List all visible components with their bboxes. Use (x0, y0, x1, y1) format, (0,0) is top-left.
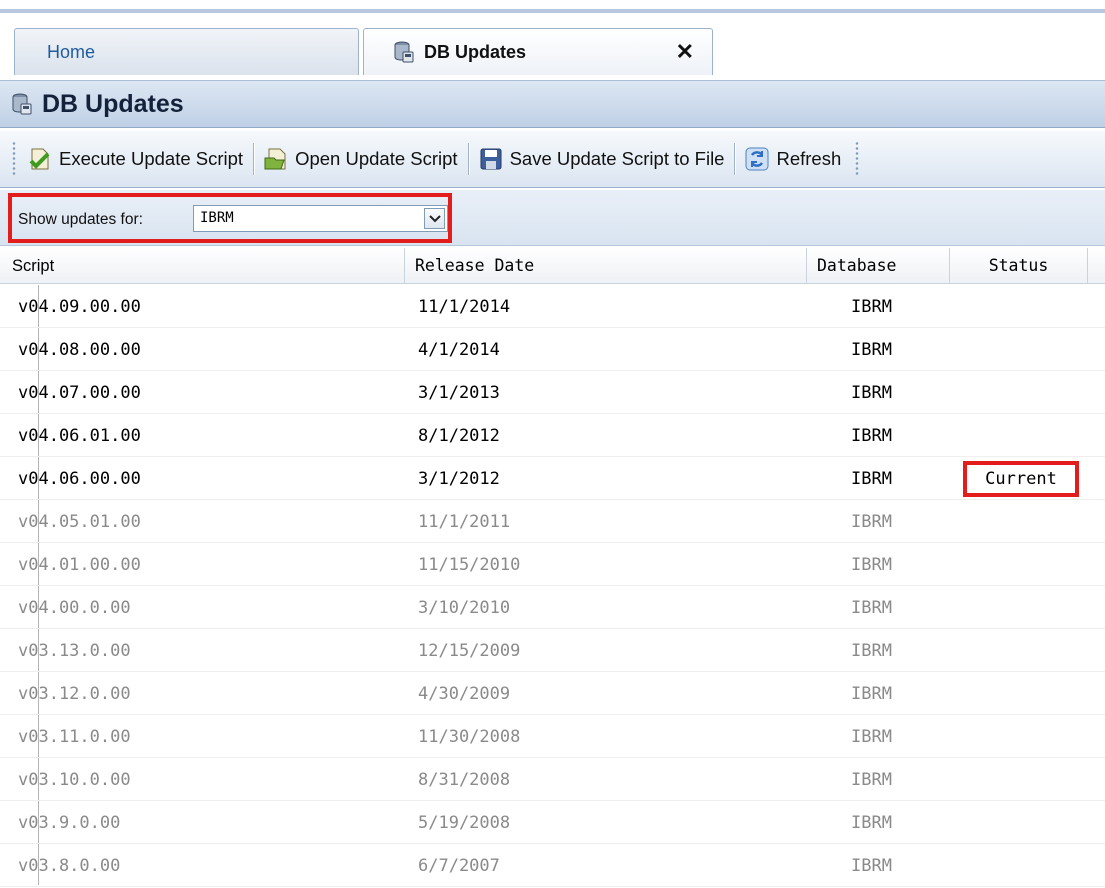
cell-release-date: 5/19/2008 (418, 813, 511, 833)
save-update-script-button[interactable]: Save Update Script to File (473, 141, 731, 177)
cell-script: v03.11.0.00 (18, 727, 131, 747)
save-icon (480, 148, 502, 170)
tab-strip: Home DB Updates ✕ (0, 13, 1105, 89)
refresh-button[interactable]: Refresh (739, 141, 847, 177)
tab-db-updates[interactable]: DB Updates ✕ (363, 28, 713, 75)
cell-database: IBRM (851, 426, 892, 446)
cell-release-date: 4/30/2009 (418, 684, 511, 704)
execute-script-icon (29, 148, 50, 170)
cell-release-date: 8/1/2012 (418, 426, 500, 446)
cell-release-date: 3/10/2010 (418, 598, 511, 618)
toolbar-grip[interactable] (12, 141, 16, 177)
open-script-icon (264, 148, 286, 170)
cell-script: v04.09.00.00 (18, 297, 141, 317)
table-row[interactable]: v04.09.00.00 11/1/2014 IBRM (0, 285, 1105, 328)
cell-database: IBRM (851, 770, 892, 790)
cell-release-date: 3/1/2013 (418, 383, 500, 403)
table-row[interactable]: v03.11.0.00 11/30/2008 IBRM (0, 715, 1105, 758)
cell-script: v03.13.0.00 (18, 641, 131, 661)
table-row[interactable]: v04.06.00.00 3/1/2012 IBRM Current (0, 457, 1105, 500)
toolbar: Execute Update Script Open Update Script… (0, 131, 1105, 188)
page-title: DB Updates (42, 89, 184, 118)
table-row[interactable]: v04.01.00.00 11/15/2010 IBRM (0, 543, 1105, 586)
cell-release-date: 11/30/2008 (418, 727, 521, 747)
cell-script: v04.06.01.00 (18, 426, 141, 446)
cell-database: IBRM (851, 340, 892, 360)
database-select[interactable]: IBRM (193, 205, 448, 232)
cell-database: IBRM (851, 555, 892, 575)
column-header-script[interactable]: Script (0, 248, 405, 284)
cell-script: v03.12.0.00 (18, 684, 131, 704)
cell-release-date: 6/7/2007 (418, 856, 500, 876)
toolbar-separator (253, 143, 255, 175)
cell-release-date: 8/31/2008 (418, 770, 511, 790)
grid-header: Script Release Date Database Status (0, 248, 1105, 284)
table-row[interactable]: v03.13.0.00 12/15/2009 IBRM (0, 629, 1105, 672)
cell-database: IBRM (851, 727, 892, 747)
cell-release-date: 12/15/2009 (418, 641, 521, 661)
execute-update-script-label: Execute Update Script (59, 148, 244, 169)
tab-home[interactable]: Home (14, 28, 359, 75)
chevron-down-icon[interactable] (424, 208, 445, 229)
cell-script: v04.05.01.00 (18, 512, 141, 532)
toolbar-separator (467, 143, 469, 175)
cell-database: IBRM (851, 512, 892, 532)
database-select-value: IBRM (200, 210, 234, 226)
column-header-status[interactable]: Status (950, 248, 1088, 284)
cell-release-date: 4/1/2014 (418, 340, 500, 360)
cell-script: v03.8.0.00 (18, 856, 121, 876)
save-update-script-label: Save Update Script to File (509, 148, 725, 169)
execute-update-script-button[interactable]: Execute Update Script (22, 141, 249, 177)
cell-release-date: 3/1/2012 (418, 469, 500, 489)
tab-db-updates-label: DB Updates (424, 41, 527, 62)
refresh-label: Refresh (776, 148, 842, 169)
filter-bar: Show updates for: IBRM (0, 190, 1105, 246)
table-row[interactable]: v03.12.0.00 4/30/2009 IBRM (0, 672, 1105, 715)
toolbar-overflow-grip[interactable] (855, 141, 860, 177)
status-badge: Current (963, 461, 1079, 497)
open-update-script-label: Open Update Script (295, 148, 458, 169)
panel-title-bar: DB Updates (0, 80, 1105, 128)
cell-script: v03.9.0.00 (18, 813, 121, 833)
tab-home-label: Home (47, 41, 96, 62)
table-row[interactable]: v04.07.00.00 3/1/2013 IBRM (0, 371, 1105, 414)
filter-highlight: Show updates for: IBRM (8, 193, 452, 243)
show-updates-label: Show updates for: (18, 211, 143, 228)
cell-database: IBRM (851, 383, 892, 403)
updates-table: v04.09.00.00 11/1/2014 IBRM v04.08.00.00 4/1… (0, 285, 1105, 887)
cell-script: v03.10.0.00 (18, 770, 131, 790)
cell-script: v04.08.00.00 (18, 340, 141, 360)
cell-database: IBRM (851, 598, 892, 618)
cell-database: IBRM (851, 469, 892, 489)
table-row[interactable]: v04.06.01.00 8/1/2012 IBRM (0, 414, 1105, 457)
database-icon (12, 93, 32, 115)
close-icon[interactable]: ✕ (676, 39, 694, 65)
table-row[interactable]: v03.9.0.00 5/19/2008 IBRM (0, 801, 1105, 844)
cell-script: v04.00.0.00 (18, 598, 131, 618)
cell-database: IBRM (851, 641, 892, 661)
database-icon (394, 41, 414, 63)
toolbar-separator (734, 143, 736, 175)
cell-release-date: 11/1/2011 (418, 512, 511, 532)
refresh-icon (745, 147, 769, 171)
cell-script: v04.01.00.00 (18, 555, 141, 575)
table-row[interactable]: v04.05.01.00 11/1/2011 IBRM (0, 500, 1105, 543)
cell-release-date: 11/15/2010 (418, 555, 521, 575)
table-row[interactable]: v03.8.0.00 6/7/2007 IBRM (0, 844, 1105, 887)
cell-script: v04.07.00.00 (18, 383, 141, 403)
cell-database: IBRM (851, 813, 892, 833)
table-row[interactable]: v04.08.00.00 4/1/2014 IBRM (0, 328, 1105, 371)
cell-database: IBRM (851, 684, 892, 704)
table-row[interactable]: v03.10.0.00 8/31/2008 IBRM (0, 758, 1105, 801)
cell-database: IBRM (851, 856, 892, 876)
table-row[interactable]: v04.00.0.00 3/10/2010 IBRM (0, 586, 1105, 629)
open-update-script-button[interactable]: Open Update Script (258, 141, 463, 177)
column-header-database[interactable]: Database (807, 248, 950, 284)
cell-release-date: 11/1/2014 (418, 297, 511, 317)
cell-script: v04.06.00.00 (18, 469, 141, 489)
cell-database: IBRM (851, 297, 892, 317)
column-header-release-date[interactable]: Release Date (405, 248, 807, 284)
